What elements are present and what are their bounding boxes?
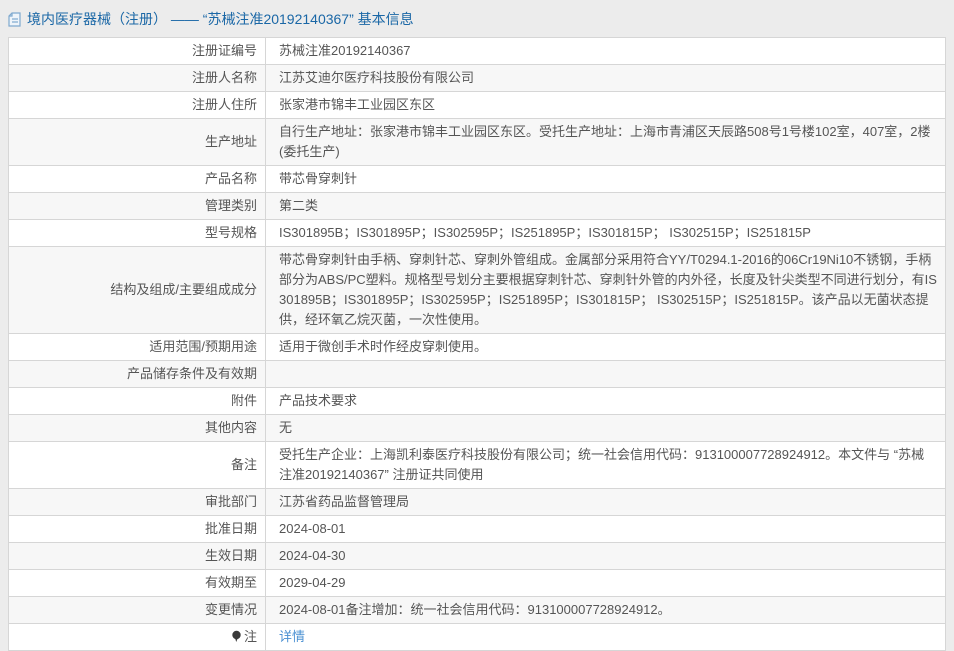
table-row: 批准日期 2024-08-01: [9, 516, 946, 543]
row-label: 产品储存条件及有效期: [9, 361, 266, 388]
table-row: 附件 产品技术要求: [9, 388, 946, 415]
row-label: 产品名称: [9, 166, 266, 193]
row-value: 2024-08-01备注增加：统一社会信用代码：9131000077289249…: [266, 597, 946, 624]
row-value: 产品技术要求: [266, 388, 946, 415]
info-table-body: 注册证编号 苏械注准20192140367 注册人名称 江苏艾迪尔医疗科技股份有…: [9, 38, 946, 651]
row-label: 注册人住所: [9, 92, 266, 119]
row-label: 注: [9, 624, 266, 651]
row-label: 适用范围/预期用途: [9, 334, 266, 361]
table-row: 备注 受托生产企业：上海凯利泰医疗科技股份有限公司；统一社会信用代码：91310…: [9, 442, 946, 489]
row-label-text: 产品名称: [205, 171, 257, 186]
row-label: 其他内容: [9, 415, 266, 442]
row-value: 带芯骨穿刺针由手柄、穿刺针芯、穿刺外管组成。金属部分采用符合YY/T0294.1…: [266, 247, 946, 334]
row-label-text: 管理类别: [205, 198, 257, 213]
row-label-text: 结构及组成/主要组成成分: [110, 282, 257, 297]
table-row: 注册人名称 江苏艾迪尔医疗科技股份有限公司: [9, 65, 946, 92]
row-value: 适用于微创手术时作经皮穿刺使用。: [266, 334, 946, 361]
document-icon: [8, 12, 22, 27]
row-label: 结构及组成/主要组成成分: [9, 247, 266, 334]
table-row: 生产地址 自行生产地址：张家港市锦丰工业园区东区。受托生产地址：上海市青浦区天辰…: [9, 119, 946, 166]
row-value: 详情: [266, 624, 946, 651]
info-table: 注册证编号 苏械注准20192140367 注册人名称 江苏艾迪尔医疗科技股份有…: [8, 37, 946, 651]
row-label: 审批部门: [9, 489, 266, 516]
row-label-text: 适用范围/预期用途: [149, 339, 257, 354]
row-label-text: 生效日期: [205, 548, 257, 563]
note-pin-icon: [231, 629, 242, 642]
table-row: 结构及组成/主要组成成分 带芯骨穿刺针由手柄、穿刺针芯、穿刺外管组成。金属部分采…: [9, 247, 946, 334]
row-value: IS301895B；IS301895P；IS302595P；IS251895P；…: [266, 220, 946, 247]
row-value: 自行生产地址：张家港市锦丰工业园区东区。受托生产地址：上海市青浦区天辰路508号…: [266, 119, 946, 166]
row-label-text: 有效期至: [205, 575, 257, 590]
row-label: 批准日期: [9, 516, 266, 543]
row-value: 2024-08-01: [266, 516, 946, 543]
row-label-text: 其他内容: [205, 420, 257, 435]
row-label: 型号规格: [9, 220, 266, 247]
table-row: 适用范围/预期用途 适用于微创手术时作经皮穿刺使用。: [9, 334, 946, 361]
row-label-text: 型号规格: [205, 225, 257, 240]
row-label: 附件: [9, 388, 266, 415]
row-value: [266, 361, 946, 388]
row-value: 2024-04-30: [266, 543, 946, 570]
table-row: 管理类别 第二类: [9, 193, 946, 220]
table-row: 注 详情: [9, 624, 946, 651]
row-label: 备注: [9, 442, 266, 489]
table-row: 注册证编号 苏械注准20192140367: [9, 38, 946, 65]
details-link[interactable]: 详情: [279, 629, 305, 644]
table-row: 型号规格 IS301895B；IS301895P；IS302595P；IS251…: [9, 220, 946, 247]
row-label: 注册证编号: [9, 38, 266, 65]
table-row: 产品储存条件及有效期: [9, 361, 946, 388]
row-label-text: 生产地址: [205, 134, 257, 149]
table-row: 变更情况 2024-08-01备注增加：统一社会信用代码：91310000772…: [9, 597, 946, 624]
row-value: 张家港市锦丰工业园区东区: [266, 92, 946, 119]
row-value: 2029-04-29: [266, 570, 946, 597]
row-label-text: 注册人名称: [192, 70, 257, 85]
row-label-text: 附件: [231, 393, 257, 408]
page-title: 境内医疗器械（注册） —— “苏械注准20192140367” 基本信息: [27, 9, 414, 29]
row-label: 生产地址: [9, 119, 266, 166]
row-label-text: 注册人住所: [192, 97, 257, 112]
row-value: 第二类: [266, 193, 946, 220]
row-value: 受托生产企业：上海凯利泰医疗科技股份有限公司；统一社会信用代码：91310000…: [266, 442, 946, 489]
row-label-text: 审批部门: [205, 494, 257, 509]
table-row: 注册人住所 张家港市锦丰工业园区东区: [9, 92, 946, 119]
row-label-text: 备注: [231, 457, 257, 472]
row-label: 变更情况: [9, 597, 266, 624]
row-label-text: 产品储存条件及有效期: [127, 366, 257, 381]
table-row: 有效期至 2029-04-29: [9, 570, 946, 597]
row-label: 有效期至: [9, 570, 266, 597]
row-label-text: 变更情况: [205, 602, 257, 617]
table-row: 生效日期 2024-04-30: [9, 543, 946, 570]
row-label-text: 注: [244, 629, 257, 644]
row-value: 带芯骨穿刺针: [266, 166, 946, 193]
row-label-text: 注册证编号: [192, 43, 257, 58]
row-value: 苏械注准20192140367: [266, 38, 946, 65]
row-label: 注册人名称: [9, 65, 266, 92]
table-row: 其他内容 无: [9, 415, 946, 442]
table-row: 产品名称 带芯骨穿刺针: [9, 166, 946, 193]
page-header: 境内医疗器械（注册） —— “苏械注准20192140367” 基本信息: [0, 0, 954, 36]
row-label-text: 批准日期: [205, 521, 257, 536]
row-label: 生效日期: [9, 543, 266, 570]
row-value: 江苏省药品监督管理局: [266, 489, 946, 516]
row-label: 管理类别: [9, 193, 266, 220]
row-value: 无: [266, 415, 946, 442]
table-row: 审批部门 江苏省药品监督管理局: [9, 489, 946, 516]
row-value: 江苏艾迪尔医疗科技股份有限公司: [266, 65, 946, 92]
